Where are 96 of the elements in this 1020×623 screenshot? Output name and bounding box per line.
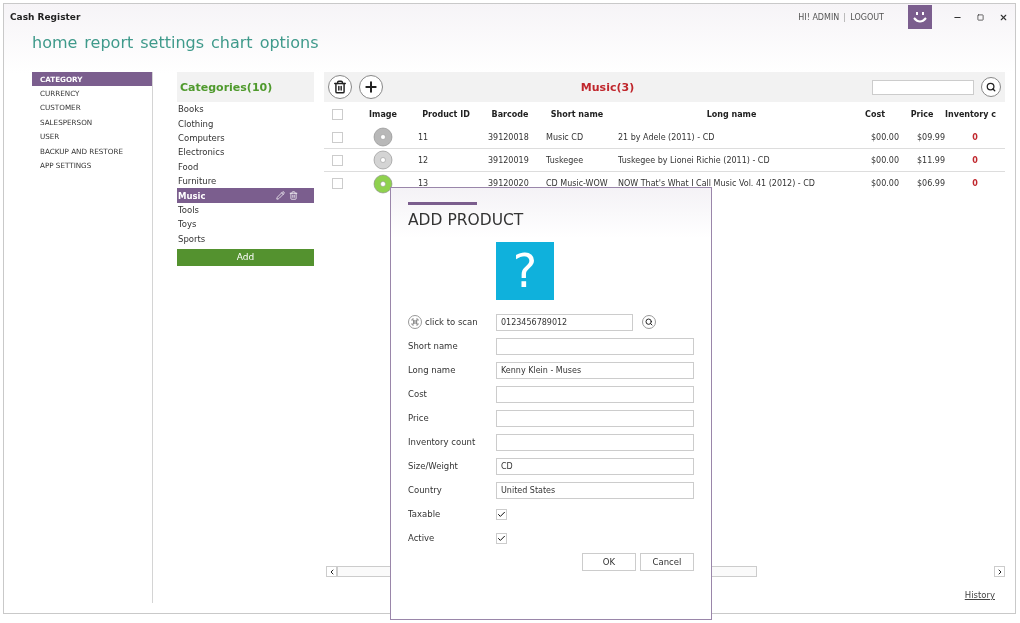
table-cell-text: 39120019 [487,155,530,165]
search-field[interactable] [872,79,974,95]
trash-icon[interactable] [289,191,298,201]
field-label: Taxable [408,509,442,519]
input-field[interactable]: Kenny Klein - Muses [496,361,694,379]
smiley-logo-icon [908,5,932,29]
close-icon [999,12,1008,22]
greeting-text: HI! ADMIN [798,12,840,22]
input-field[interactable]: CD [496,457,694,475]
column-header: Barcode [490,109,530,119]
table-cell-text: 39120020 [487,179,530,188]
table-cell-text: $09.99 [916,132,945,142]
dialog-button[interactable]: OK [582,553,636,571]
check-icon [497,533,506,543]
column-header: Short name [549,109,605,119]
select-all-checkbox[interactable] [332,108,343,120]
field-label: Size/Weight [408,461,459,471]
window-title: Cash Register [10,12,81,22]
scroll-left-button[interactable] [326,566,337,577]
table-cell-text: $00.00 [870,155,899,165]
list-item[interactable]: Toys [177,217,314,232]
accent-bar [408,202,477,205]
column-header: Image [368,109,398,119]
column-header: Price [909,109,935,119]
table-cell-text: CD Music-WOW [545,179,609,188]
categories-title: Categories(10) [177,72,314,102]
field-label: Long name [408,365,457,375]
column-header: Cost [864,109,886,119]
input-field[interactable] [496,433,694,451]
search-button[interactable] [981,77,1001,97]
input-field[interactable] [496,337,694,355]
add-button[interactable]: Add [177,248,314,266]
input-field[interactable] [496,385,694,403]
table-cell-text: 0 [971,155,979,165]
search-icon [645,318,653,326]
dialog-title: ADD PRODUCT [408,211,525,229]
table-cell-text: 39120018 [487,132,530,142]
field-label: Inventory count [408,437,477,447]
input-field[interactable] [496,409,694,427]
list-item[interactable]: Books [177,102,314,117]
table-cell-text: $00.00 [870,132,899,142]
products-title: Music(3) [579,80,636,94]
field-label: Active [408,533,436,543]
checkbox[interactable] [496,532,507,544]
row-checkbox[interactable] [332,131,343,143]
scan-button[interactable]: click to scan [408,315,496,329]
trash-icon [333,80,347,94]
input-field[interactable]: United States [496,481,694,499]
field-label: Price [408,413,430,423]
list-item[interactable]: Electronics [177,145,314,160]
table-cell-text: 12 [417,155,430,165]
field-label: Short name [408,341,459,351]
list-item[interactable]: Music [177,188,314,203]
table-cell-text: 13 [417,179,430,188]
scroll-right-button[interactable] [994,566,1005,577]
search-button[interactable] [642,315,656,329]
row-checkbox[interactable] [332,154,343,166]
table-cell-text: $06.99 [916,179,945,188]
table-cell-text: 21 by Adele (2011) - CD [617,132,716,142]
plus-icon [363,79,379,95]
item-label: Music [178,190,207,201]
checkbox[interactable] [496,508,507,520]
barcode-field[interactable]: 0123456789012 [496,313,633,331]
check-icon [497,509,506,519]
table-cell-text: 0 [971,179,979,188]
table-cell-text: 0 [971,132,979,142]
table-cell-text: 11 [417,132,430,142]
table-cell-text: NOW That's What I Call Music Vol. 41 (2012) - CD [617,179,816,188]
item-label: Tools [178,204,200,215]
column-header: Product ID [421,109,471,119]
row-checkbox[interactable] [332,178,343,189]
search-icon [986,82,996,92]
list-item[interactable]: Tools [177,202,314,218]
table-cell-text: $11.99 [916,155,945,165]
list-item[interactable]: Computers [177,130,314,146]
dialog-button[interactable]: Cancel [640,553,694,571]
list-item[interactable]: Sports [177,231,314,246]
list-item[interactable]: Furniture [177,173,314,189]
logout-link[interactable]: LOGOUT [850,12,884,22]
add-product-button[interactable] [359,75,383,99]
table-cell-text: Music CD [545,132,585,142]
list-item[interactable]: Food [177,159,314,174]
maximize-icon [977,13,984,21]
column-header: Inventory c [945,109,997,119]
item-label: Furniture [178,176,218,187]
table-cell-text: Tuskegee [545,155,585,165]
delete-button[interactable] [328,75,352,99]
column-header: Long name [705,109,758,119]
table-cell-text: Tuskegee by Lionei Richie (2011) - CD [617,155,771,165]
field-label: Cost [408,389,428,399]
table-cell-text: $00.00 [870,179,899,188]
history-link[interactable]: History [964,590,995,600]
item-label: Computers [178,132,226,143]
field-label: Country [408,485,443,495]
list-item[interactable]: Clothing [177,116,314,131]
edit-icon[interactable] [276,191,285,201]
